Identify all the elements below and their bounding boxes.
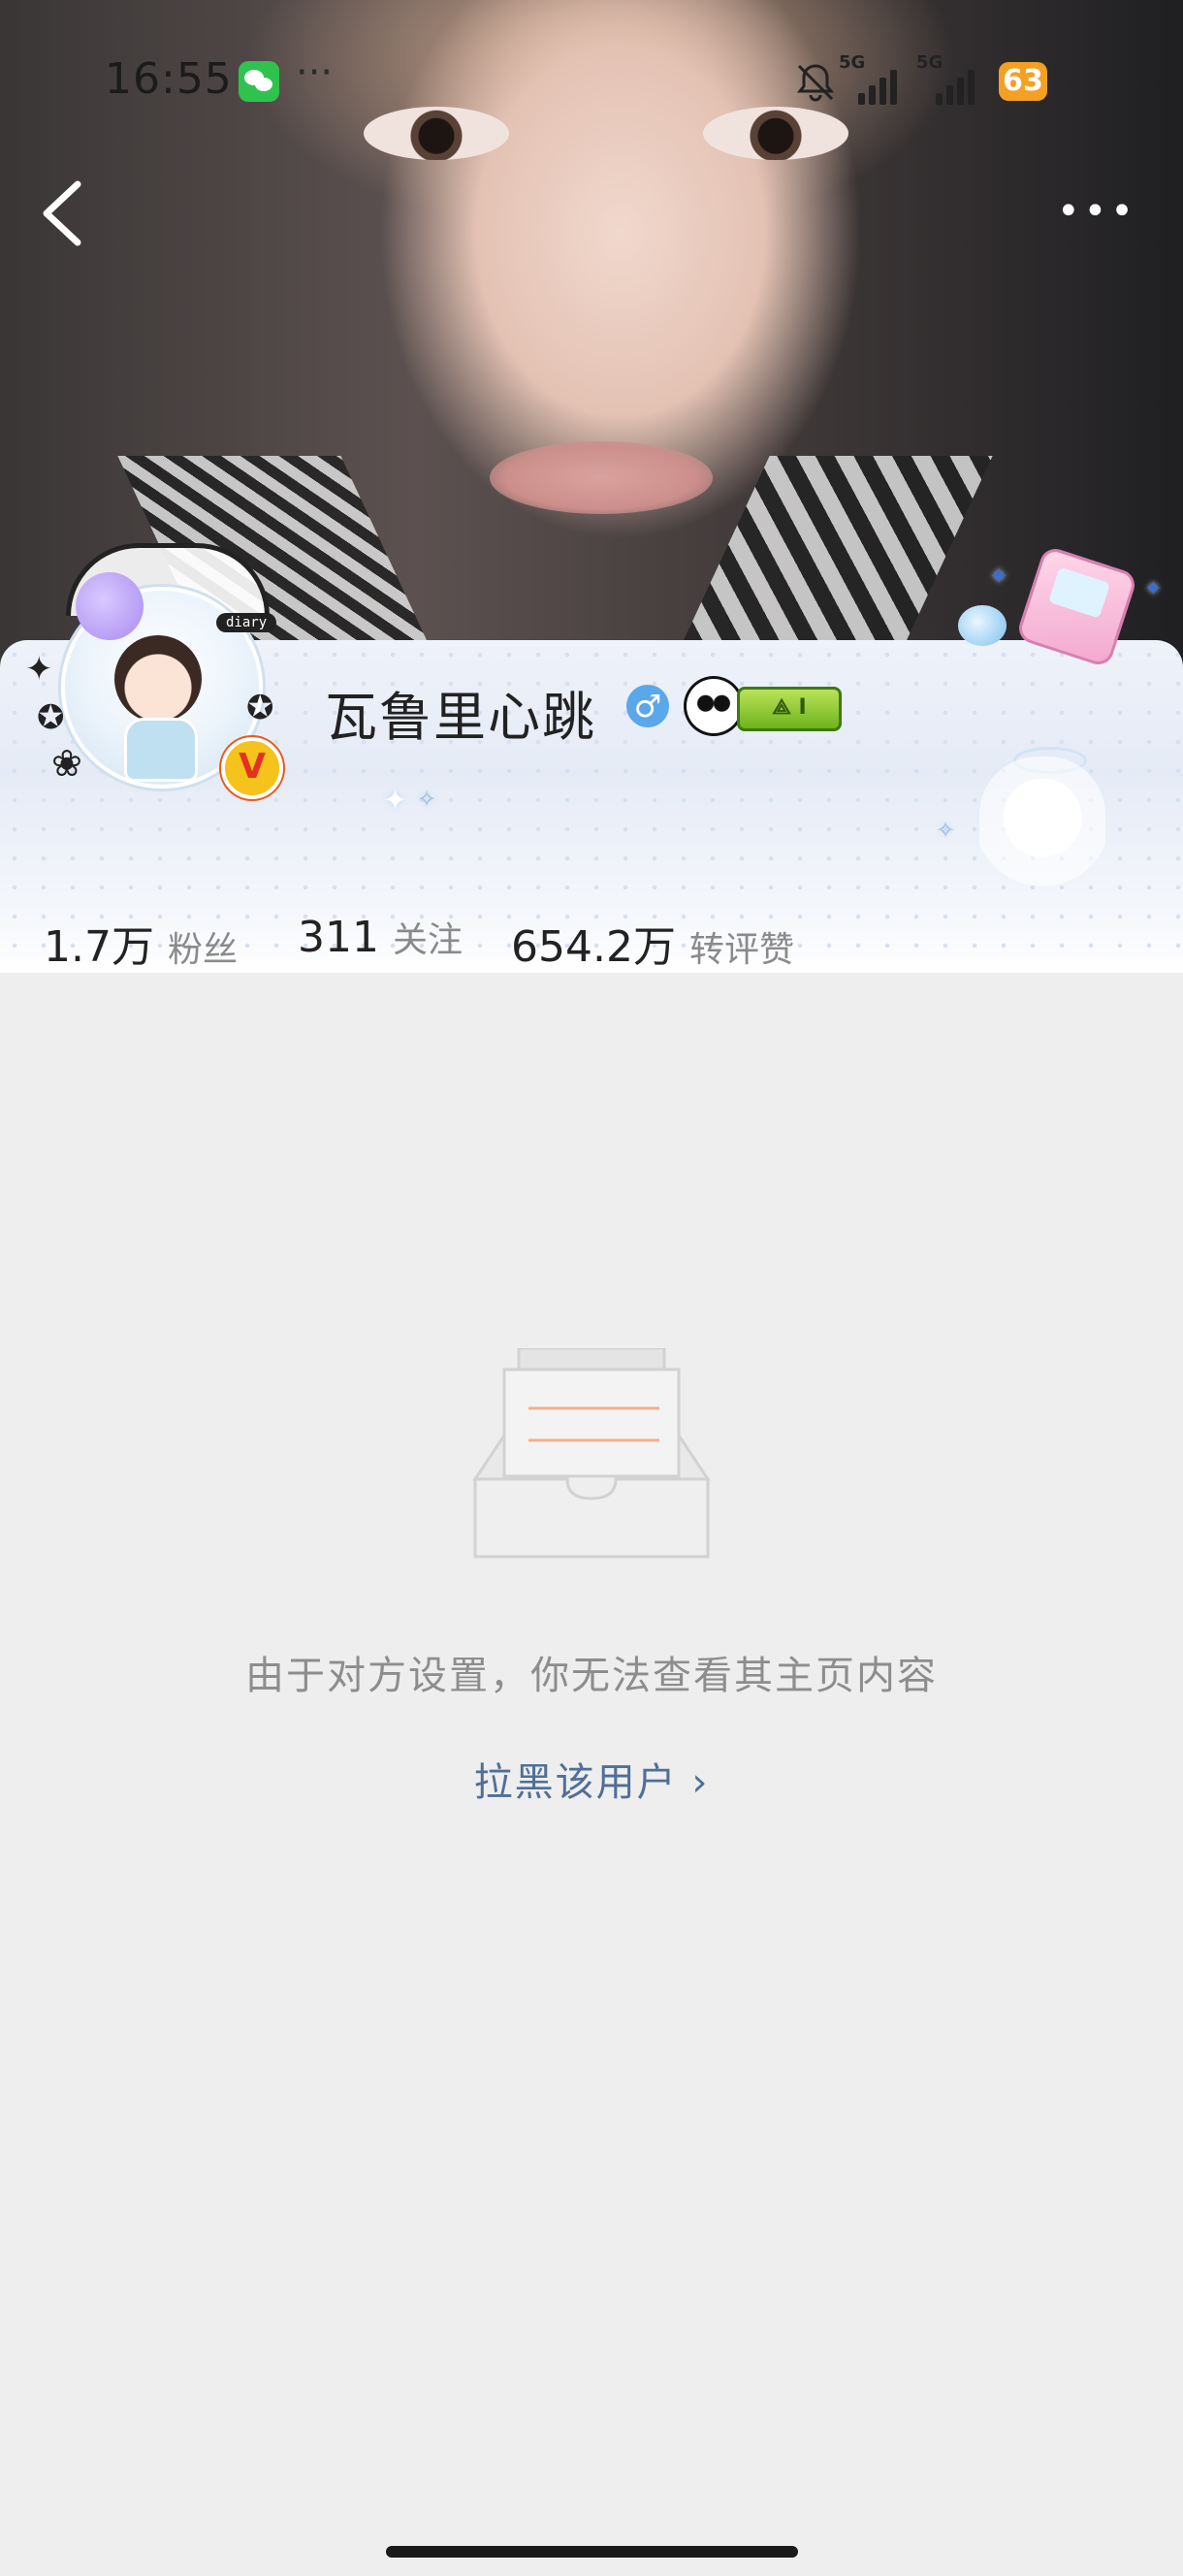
sparkle-icon: ✧ [936,817,956,844]
more-options-button[interactable]: ••• [1057,189,1134,238]
verified-badge: V [221,737,283,799]
avatar-frame-tag: diary [216,613,277,632]
sparkle-icon: ✦ [383,784,408,818]
battery-level: 63 [999,62,1047,101]
block-user-link[interactable]: 拉黑该用户 › [465,1751,718,1807]
angel-bunny-decoration-icon [979,757,1105,931]
gender-male-icon: ♂ [626,685,669,727]
bell-muted-icon [796,64,835,102]
home-indicator[interactable] [386,2546,798,2558]
stat-label: 粉丝 [167,930,238,970]
cover-lips [490,441,713,514]
sparkle-icon: ✦ [989,563,1009,590]
star-decoration-icon: ✦ [25,650,53,689]
more-notifications-indicator: ··· [296,50,334,95]
back-button[interactable] [35,175,93,252]
avatar-character-head [114,635,202,723]
stat-value: 311 [298,913,379,962]
sparkle-icon: ✧ [417,786,437,813]
star-decoration-icon: ✪ [246,689,274,727]
status-time: 16:55 [105,54,233,104]
stat-label: 关注 [392,920,463,960]
member-level-medal[interactable]: ⟁ I [737,687,842,731]
stat-label: 转评赞 [688,930,794,970]
avatar-balloon-decoration [76,572,144,640]
heart-decoration-icon [958,605,1007,646]
stat-value: 1.7万 [44,922,154,972]
profile-username: 瓦鲁里心跳 [325,687,596,748]
signal-strength-icon: 5G [839,52,916,107]
avatar[interactable]: diary ✦ ✪ ✪ ❀ V [25,543,289,805]
stat-reposts-comments-likes[interactable]: 654.2万 转评赞 [511,912,794,974]
wechat-notification-icon [239,61,279,102]
network-type-label: 5G [916,52,943,73]
sparkle-icon: ✦ [1144,577,1163,601]
stat-following[interactable]: 311 关注 [298,912,463,962]
paw-decoration-icon: ❀ [51,742,82,785]
stat-value: 654.2万 [511,922,676,972]
private-profile-message: 由于对方设置，你无法查看其主页内容 [245,1654,938,1698]
network-type-label: 5G [839,52,866,73]
status-bar: 16:55 ··· 5G 5G 63 [0,48,1183,116]
avatar-character-body [124,718,198,782]
panda-medal-icon[interactable] [687,679,741,733]
stat-followers[interactable]: 1.7万 粉丝 [44,912,238,974]
empty-inbox-icon [472,1348,711,1559]
star-decoration-icon: ✪ [37,698,65,737]
signal-strength-icon: 5G [916,52,994,107]
